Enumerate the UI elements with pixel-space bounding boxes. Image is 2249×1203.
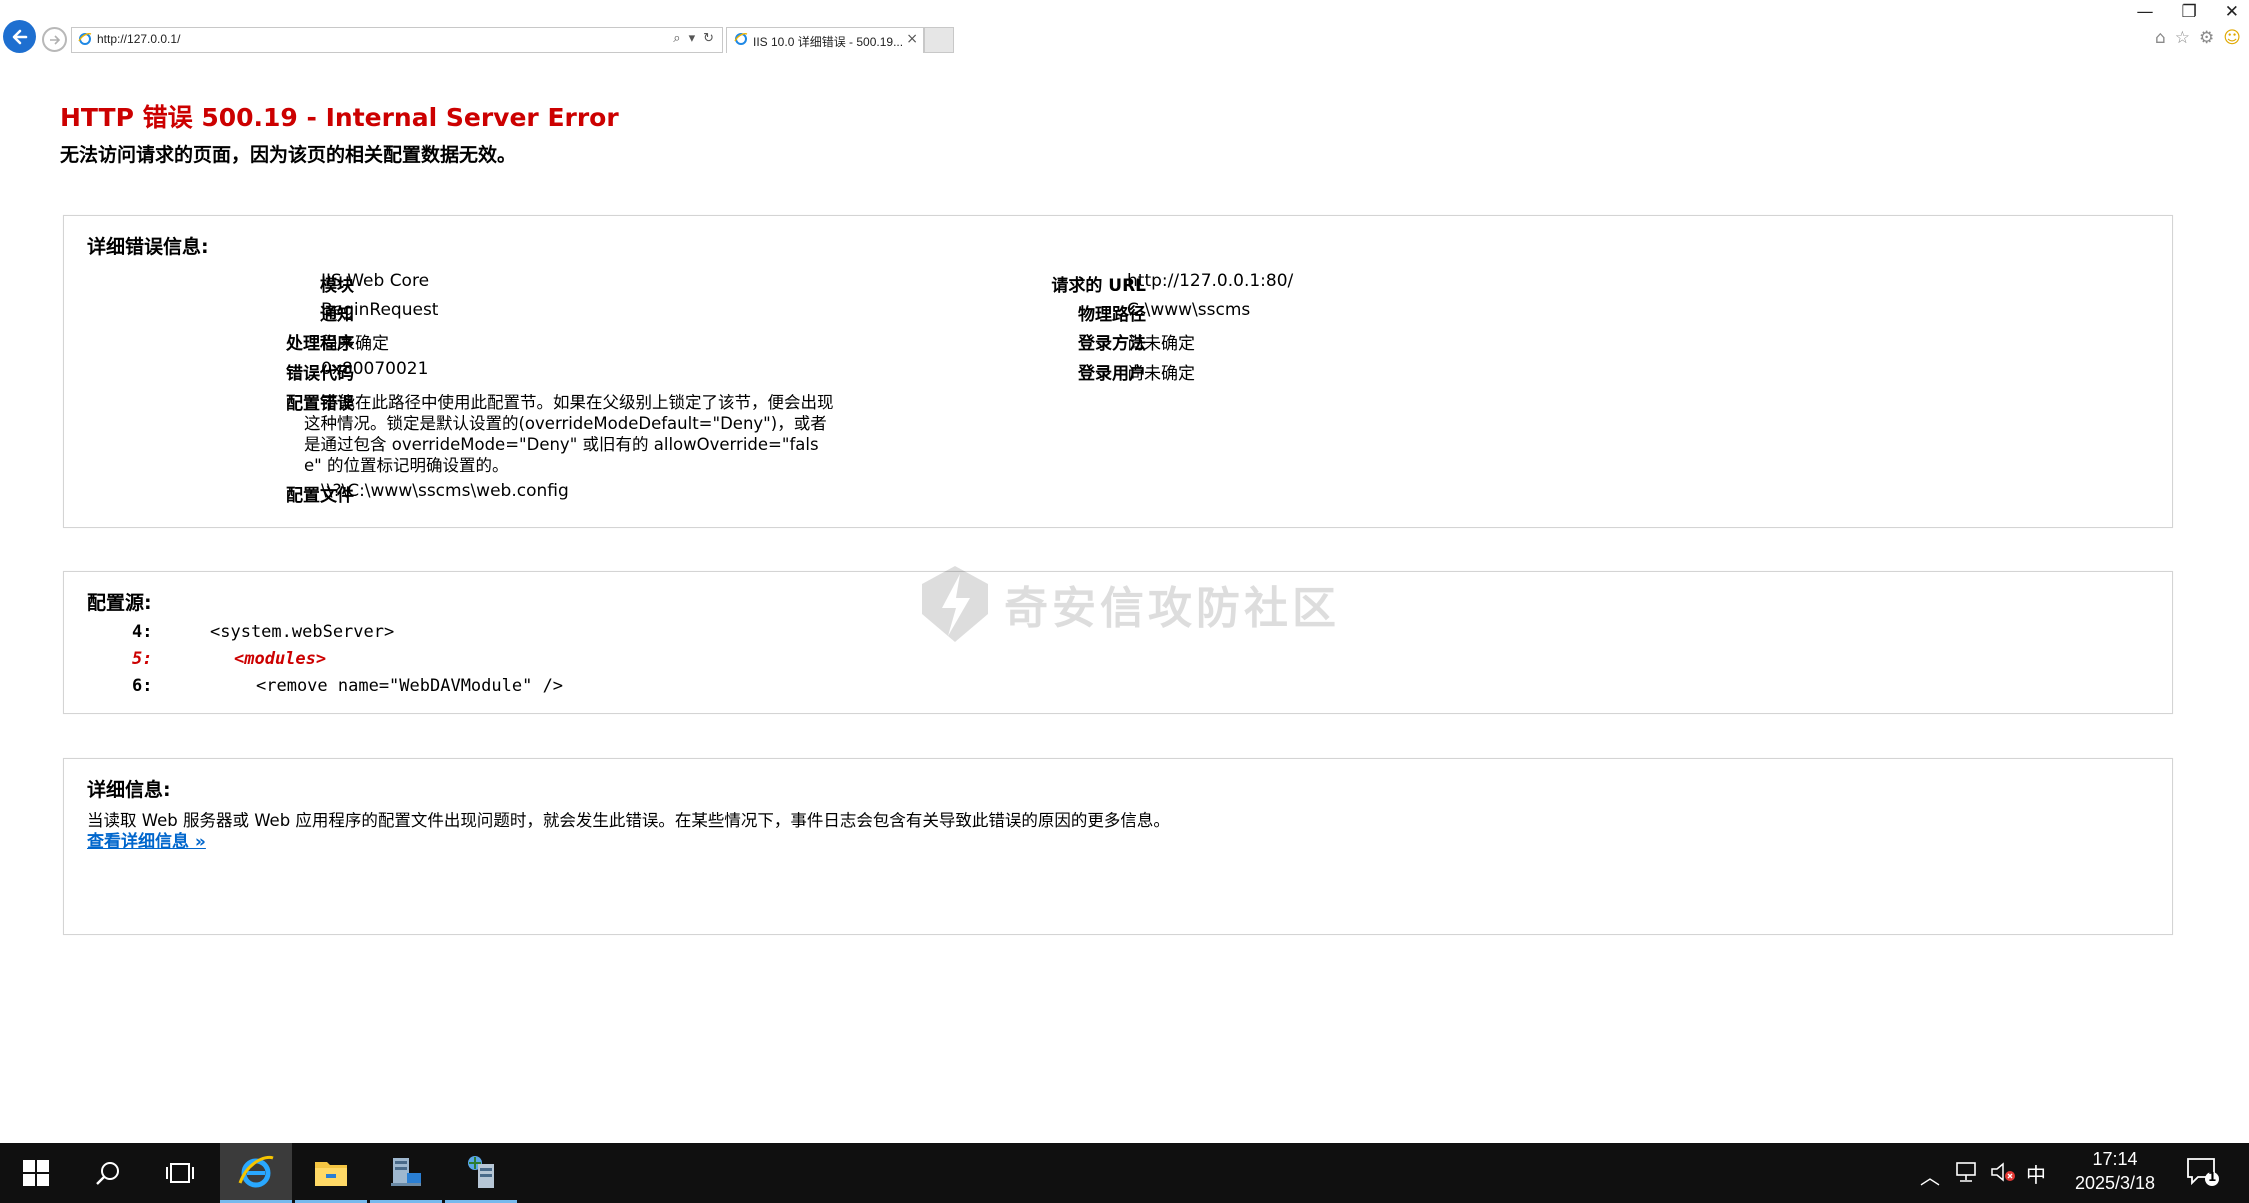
watermark: 奇安信攻防社区 bbox=[920, 564, 1340, 644]
dropdown-icon[interactable]: ▾ bbox=[689, 31, 696, 46]
ie-icon bbox=[78, 33, 92, 45]
detail-value-config-file: \\?\C:\www\sscms\web.config bbox=[321, 481, 569, 501]
file-explorer-icon bbox=[315, 1161, 347, 1186]
detail-label-logon-user: 登录用户 bbox=[1078, 364, 1146, 384]
taskbar-search-button[interactable] bbox=[72, 1143, 144, 1203]
more-info-heading: 详细信息: bbox=[87, 779, 171, 801]
code-line-number-highlighted: 5: bbox=[132, 649, 153, 669]
smiley-icon[interactable]: ☺ bbox=[2223, 28, 2241, 48]
detail-value-module: IIS Web Core bbox=[321, 271, 430, 291]
code-line: <remove name="WebDAVModule" /> bbox=[256, 676, 564, 696]
ime-indicator[interactable]: 中 bbox=[2026, 1159, 2046, 1188]
ie-icon bbox=[238, 1155, 274, 1187]
detailed-error-heading: 详细错误信息: bbox=[87, 236, 209, 258]
speaker-muted-icon[interactable] bbox=[1990, 1161, 2016, 1188]
restore-icon[interactable]: ❐ bbox=[2182, 2, 2197, 22]
forward-button[interactable] bbox=[42, 27, 67, 52]
star-icon[interactable]: ☆ bbox=[2175, 28, 2190, 48]
server-manager-icon bbox=[391, 1157, 421, 1186]
detail-value-error-code: 0x80070021 bbox=[321, 359, 429, 379]
detail-label-request-url: 请求的 URL bbox=[1051, 276, 1146, 296]
clock-time: 17:14 bbox=[2092, 1149, 2138, 1169]
start-button[interactable] bbox=[0, 1143, 72, 1203]
show-hidden-icons-icon[interactable]: ︿ bbox=[1920, 1161, 1940, 1190]
code-line-highlighted: <modules> bbox=[234, 649, 327, 669]
address-text[interactable]: http://127.0.0.1/ bbox=[97, 32, 180, 46]
clock[interactable]: 17:14 2025/3/18 bbox=[2060, 1147, 2170, 1195]
ie-icon bbox=[734, 33, 748, 45]
taskbar-file-explorer[interactable] bbox=[295, 1143, 367, 1203]
address-bar[interactable]: http://127.0.0.1/ ⌕ ▾ ↻ bbox=[71, 27, 723, 53]
detail-label-physical-path: 物理路径 bbox=[1078, 305, 1146, 325]
forward-arrow-icon bbox=[49, 34, 60, 45]
detail-value-logon-method: 尚未确定 bbox=[1127, 334, 1195, 354]
watermark-text: 奇安信攻防社区 bbox=[1004, 583, 1340, 634]
more-info-text: 当读取 Web 服务器或 Web 应用程序的配置文件出现问题时，就会发生此错误。… bbox=[87, 811, 1170, 830]
code-line: <system.webServer> bbox=[210, 622, 395, 642]
new-tab-button[interactable] bbox=[924, 27, 954, 53]
tab-close-icon[interactable]: × bbox=[906, 31, 918, 47]
network-icon[interactable] bbox=[1955, 1161, 1979, 1188]
notification-center-button[interactable]: 1 bbox=[2186, 1157, 2220, 1191]
view-more-info-link[interactable]: 查看详细信息 » bbox=[87, 827, 206, 852]
notification-count: 1 bbox=[2208, 1170, 2217, 1184]
detail-value-notification: BeginRequest bbox=[321, 300, 439, 320]
clock-date: 2025/3/18 bbox=[2074, 1173, 2156, 1193]
tab-title: IIS 10.0 详细错误 - 500.19... bbox=[753, 35, 904, 49]
detail-value-request-url: http://127.0.0.1:80/ bbox=[1127, 271, 1294, 291]
detail-value-logon-user: 尚未确定 bbox=[1127, 364, 1195, 384]
watermark-logo-icon bbox=[922, 566, 988, 642]
config-source-heading: 配置源: bbox=[87, 592, 152, 614]
taskbar-ie[interactable] bbox=[220, 1143, 292, 1203]
minimize-icon[interactable]: — bbox=[2137, 2, 2154, 22]
detail-value-config-error: 不能在此路径中使用此配置节。如果在父级别上锁定了该节，便会出现这种情况。锁定是默… bbox=[304, 393, 834, 475]
refresh-icon[interactable]: ↻ bbox=[703, 31, 714, 46]
detail-label-logon-method: 登录方法 bbox=[1078, 334, 1146, 354]
gear-icon[interactable]: ⚙ bbox=[2199, 28, 2214, 48]
search-icon[interactable]: ⌕ bbox=[673, 31, 680, 46]
detailed-error-box: 详细错误信息: 模块 IIS Web Core 通知 BeginRequest … bbox=[63, 215, 2173, 528]
browser-chrome: http://127.0.0.1/ ⌕ ▾ ↻ IIS 10.0 详细错误 - … bbox=[0, 0, 2249, 56]
back-button[interactable] bbox=[3, 20, 36, 53]
iis-manager-icon bbox=[468, 1155, 494, 1188]
detail-value-handler: 尚未确定 bbox=[321, 334, 389, 354]
code-line-number: 4: bbox=[132, 622, 153, 642]
task-view-icon bbox=[166, 1163, 194, 1183]
code-line-number: 6: bbox=[132, 676, 153, 696]
task-view-button[interactable] bbox=[144, 1143, 216, 1203]
error-subtitle: 无法访问请求的页面，因为该页的相关配置数据无效。 bbox=[60, 144, 517, 166]
back-arrow-icon bbox=[12, 29, 27, 44]
more-info-box: 详细信息: 当读取 Web 服务器或 Web 应用程序的配置文件出现问题时，就会… bbox=[63, 758, 2173, 935]
taskbar: ︿ 中 17:14 2025/3/18 1 bbox=[0, 1143, 2249, 1203]
taskbar-server-manager[interactable] bbox=[370, 1143, 442, 1203]
close-icon[interactable]: ✕ bbox=[2225, 2, 2239, 22]
windows-start-icon bbox=[23, 1160, 49, 1186]
home-icon[interactable]: ⌂ bbox=[2155, 28, 2166, 48]
tab-iis-error[interactable]: IIS 10.0 详细错误 - 500.19... × bbox=[726, 27, 924, 53]
detail-value-physical-path: C:\www\sscms bbox=[1127, 300, 1251, 320]
taskbar-iis-manager[interactable] bbox=[445, 1143, 517, 1203]
error-title: HTTP 错误 500.19 - Internal Server Error bbox=[60, 103, 619, 132]
search-icon bbox=[96, 1162, 119, 1185]
